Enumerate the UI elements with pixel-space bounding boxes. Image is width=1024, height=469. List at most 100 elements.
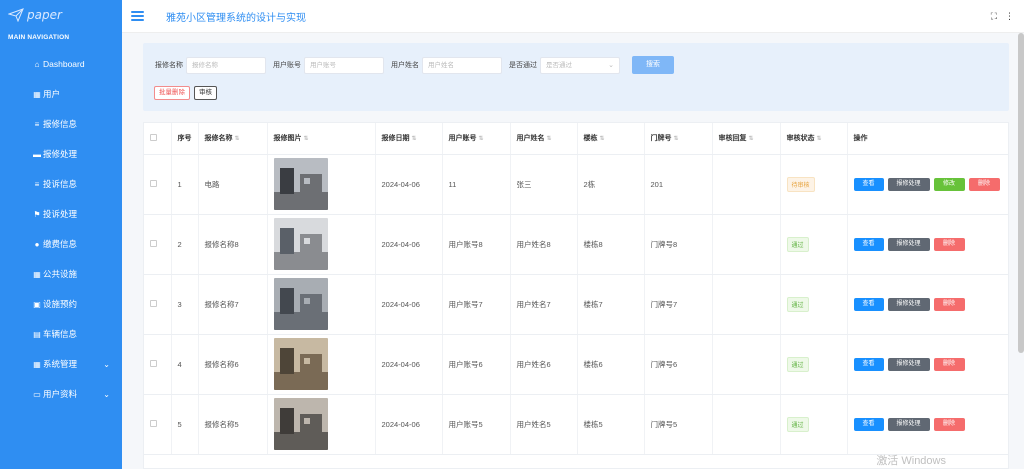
approved-select[interactable]: 是否通过 ⌄ [540,56,620,74]
sidebar-item-repair-info[interactable]: ≡ 报修信息 [0,109,140,139]
sidebar-item-repair-process[interactable]: ▬ 报修处理 [0,139,140,169]
cell-status: 通过 [780,334,848,395]
fullscreen-icon[interactable]: ⛶ [991,11,997,22]
sidebar-item-users[interactable]: ▦ 用户 [0,79,122,109]
cell-door: 门牌号7 [644,274,713,335]
data-table: 序号 报修名称 ⇅ 报修图片 ⇅ 报修日期 ⇅ 用户账号 ⇅ 用户姓名 ⇅ 楼栋 ⇅ 门牌号… [143,122,1009,469]
filter-label-approved: 是否通过 [509,62,537,69]
list-icon: ≡ [34,119,40,129]
sidebar-item-public-facilities[interactable]: ▦ 公共设施 [0,259,122,289]
sidebar-item-facility-booking[interactable]: ▣ 设施预约 [0,289,122,319]
sidebar-item-user-profile[interactable]: ▭ 用户资料 ⌄ [0,379,122,409]
process-button[interactable]: 报修处理 [887,177,930,191]
delete-button[interactable]: 删除 [933,297,965,311]
repair-photo[interactable] [273,218,328,270]
sort-icon: ⇅ [748,136,754,143]
column-header[interactable]: 报修名称 ⇅ [198,123,268,155]
username-input[interactable]: 用户姓名 [422,56,502,74]
cell-repair-name: 电路 [198,154,268,215]
sidebar-item-complaint-process[interactable]: ⚑ 投诉处理 [0,199,122,229]
column-header[interactable]: 报修日期 ⇅ [375,123,443,155]
delete-button[interactable]: 删除 [933,237,965,251]
cell-account: 用户账号8 [442,214,511,275]
repair-name-input[interactable]: 报修名称 [186,56,266,74]
grid-icon: ▦ [33,89,41,99]
column-header: 操作 [847,123,1008,155]
repair-photo[interactable] [273,398,328,450]
column-header[interactable]: 门牌号 ⇅ [644,123,713,155]
cell-actions: 查看 报修处理 删除 [847,274,1008,335]
row-checkbox[interactable] [150,179,157,187]
cell-username: 用户姓名8 [510,214,578,275]
delete-button[interactable]: 删除 [933,417,965,431]
delete-button[interactable]: 删除 [968,177,1000,191]
repair-photo[interactable] [273,158,328,210]
column-header[interactable]: 审核回复 ⇅ [712,123,781,155]
process-button[interactable]: 报修处理 [887,237,930,251]
cell-repair-image [267,394,376,455]
cell-building: 楼栋8 [577,214,645,275]
cell-reply [712,214,781,275]
column-header[interactable]: 审核状态 ⇅ [780,123,848,155]
account-input[interactable]: 用户账号 [304,56,384,74]
cell-repair-date: 2024-04-06 [375,394,443,455]
sidebar-item-payment-info[interactable]: ● 缴费信息 [0,229,122,259]
cell-repair-name: 报修名称5 [198,394,268,455]
cell-index: 5 [171,394,199,455]
select-all-checkbox[interactable] [150,133,157,141]
cell-repair-name: 报修名称6 [198,334,268,395]
row-checkbox[interactable] [150,239,157,247]
logo[interactable]: paper [0,0,122,30]
sidebar-item-dashboard[interactable]: ⌂ Dashboard [0,49,122,79]
status-badge: 通过 [786,416,809,432]
view-button[interactable]: 查看 [853,297,884,311]
cell-reply [712,154,781,215]
delete-button[interactable]: 删除 [933,357,965,371]
process-button[interactable]: 报修处理 [887,417,930,431]
cell-repair-date: 2024-04-06 [375,334,443,395]
process-button[interactable]: 报修处理 [887,297,930,311]
scrollbar[interactable] [1018,33,1024,353]
sidebar-item-label: 设施预约 [43,299,78,309]
clipboard-icon: ▤ [33,329,41,339]
more-vertical-icon[interactable]: ⋮ [1005,11,1014,22]
status-badge: 通过 [786,356,809,372]
batch-delete-button[interactable]: 批量删除 [154,86,190,100]
view-button[interactable]: 查看 [853,357,884,371]
sidebar-item-system-management[interactable]: ▦ 系统管理 ⌄ [0,349,122,379]
view-button[interactable]: 查看 [853,177,884,191]
column-header: 序号 [171,123,199,155]
sidebar-item-complaint-info[interactable]: ≡ 投诉信息 [0,169,122,199]
audit-button[interactable]: 审核 [194,86,217,100]
cell-actions: 查看 报修处理 修改 删除 [847,154,1008,215]
cell-actions: 查看 报修处理 删除 [847,394,1008,455]
cell-repair-image [267,274,376,335]
repair-photo[interactable] [273,278,328,330]
user-icon: ● [34,239,40,249]
menu-toggle-icon[interactable] [131,11,144,21]
column-header[interactable]: 用户姓名 ⇅ [510,123,578,155]
view-button[interactable]: 查看 [853,237,884,251]
edit-button[interactable]: 修改 [933,177,965,191]
cell-actions: 查看 报修处理 删除 [847,334,1008,395]
sidebar-item-label: 用户 [43,89,61,99]
cell-door: 门牌号5 [644,394,713,455]
paper-plane-icon [8,8,24,22]
process-button[interactable]: 报修处理 [887,357,930,371]
column-header[interactable]: 楼栋 ⇅ [577,123,645,155]
sort-icon: ⇅ [478,136,484,143]
search-button[interactable]: 搜索 [632,56,674,74]
column-header[interactable]: 用户账号 ⇅ [442,123,511,155]
approved-select-value: 是否通过 [546,61,572,69]
row-checkbox[interactable] [150,299,157,307]
row-checkbox[interactable] [150,359,157,367]
grid-icon: ▦ [33,269,41,279]
column-header[interactable]: 报修图片 ⇅ [267,123,376,155]
cell-status: 通过 [780,274,848,335]
repair-photo[interactable] [273,338,328,390]
row-checkbox[interactable] [150,419,157,427]
nav-title: MAIN NAVIGATION [8,34,70,41]
view-button[interactable]: 查看 [853,417,884,431]
sidebar-item-vehicle-info[interactable]: ▤ 车辆信息 [0,319,122,349]
cell-status: 待审核 [780,154,848,215]
